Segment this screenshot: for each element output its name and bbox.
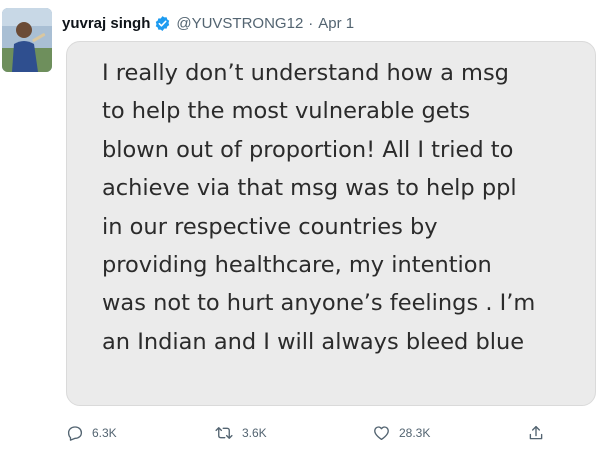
tweet-date[interactable]: Apr 1: [318, 15, 354, 32]
reply-count: 6.3K: [92, 426, 117, 440]
retweet-icon: [214, 424, 234, 442]
image-text-line: an Indian and I will always bleed blue: [102, 328, 525, 355]
like-icon: [372, 424, 391, 442]
image-text-line: providing healthcare, my intention: [102, 252, 492, 279]
tweet-header: yuvraj singh @YUVSTRONG12 · Apr 1: [62, 11, 354, 35]
author-handle[interactable]: @YUVSTRONG12: [176, 15, 303, 32]
author-name[interactable]: yuvraj singh: [62, 15, 150, 32]
like-button[interactable]: 28.3K: [372, 419, 430, 447]
tweet-image[interactable]: I really don’t understand how a msg to h…: [66, 41, 596, 406]
retweet-count: 3.6K: [242, 426, 267, 440]
tweet-actions: 6.3K 3.6K 28.3K: [66, 419, 600, 447]
image-text-line: blown out of proportion! All I tried to: [102, 136, 514, 163]
avatar-image: [2, 8, 52, 72]
image-text: I really don’t understand how a msg to h…: [102, 54, 592, 361]
separator-dot: ·: [308, 14, 314, 32]
reply-icon: [66, 424, 84, 442]
like-count: 28.3K: [399, 426, 431, 440]
image-text-line: was not to hurt anyone’s feelings . I’m: [102, 290, 536, 317]
image-text-line: to help the most vulnerable gets: [102, 98, 471, 125]
image-text-line: achieve via that msg was to help ppl: [102, 175, 517, 202]
reply-button[interactable]: 6.3K: [66, 419, 117, 447]
avatar[interactable]: [2, 8, 52, 72]
retweet-button[interactable]: 3.6K: [214, 419, 267, 447]
share-button[interactable]: [527, 419, 545, 447]
verified-badge-icon: [154, 15, 171, 32]
share-icon: [527, 424, 545, 442]
image-text-line: I really don’t understand how a msg: [102, 60, 509, 86]
image-text-line: in our respective countries by: [102, 213, 438, 240]
